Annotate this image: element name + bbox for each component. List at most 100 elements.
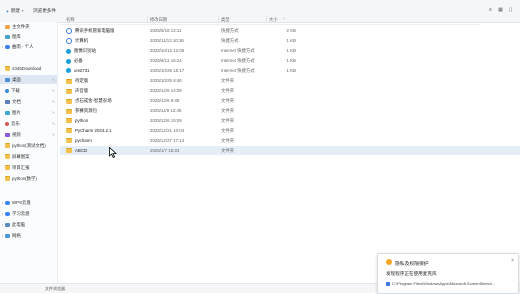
pin-icon: ✎ xyxy=(51,132,55,137)
file-row[interactable]: PyCharm 2024.2.1 2025/12/21 10:04 文件夹 xyxy=(60,126,520,135)
sidebar-item-python-test[interactable]: python(测试文档) xyxy=(0,141,57,150)
column-separator[interactable] xyxy=(147,16,148,23)
file-type: Internet 快捷方式 xyxy=(221,58,255,63)
folder-icon xyxy=(66,78,72,84)
file-date: 2025/12/21 10:04 xyxy=(150,128,185,133)
music-icon xyxy=(5,121,9,126)
file-date: 2025/12/27 17:14 xyxy=(150,138,185,143)
file-size: 1 KB xyxy=(286,38,296,43)
sidebar-item-pictures[interactable]: 图片 ✎ xyxy=(0,108,57,117)
column-type[interactable]: 类型 xyxy=(221,17,230,23)
sidebar-item-label: 桌面 xyxy=(12,76,21,82)
file-row[interactable]: 图像识别站 2025/10/12 12:06 Internet 快捷方式 1 K… xyxy=(60,46,520,55)
file-row[interactable]: pycharm 2025/12/27 17:14 文件夹 xyxy=(60,136,520,145)
pin-icon: ✎ xyxy=(51,77,55,82)
document-icon xyxy=(5,99,10,104)
file-date: 2025/12/6 15:09 xyxy=(150,118,182,123)
sidebar-item-python-math[interactable]: python(数学) xyxy=(0,174,57,183)
close-icon[interactable]: × xyxy=(511,258,514,264)
sidebar-item-downloads[interactable]: 下载 ✎ xyxy=(0,86,57,95)
file-type: 文件夹 xyxy=(221,78,235,83)
sidebar-item-documents[interactable]: 文档 ✎ xyxy=(0,97,57,106)
download-icon xyxy=(5,88,9,93)
shortcut-icon xyxy=(66,28,72,34)
sidebar-item-desktop[interactable]: 桌面 ✎ xyxy=(0,75,57,84)
file-row[interactable]: 腾讯手机管家电脑版 2025/5/18 12:11 快捷方式 2 KB xyxy=(60,26,520,35)
sidebar-item-project-report[interactable]: 项目汇报 xyxy=(0,163,57,172)
sidebar-item-videos[interactable]: 视频 ✎ xyxy=(0,130,57,139)
plus-icon: + xyxy=(6,8,9,14)
notification-path[interactable]: C:\Program Files\WindowsApps\Microsoft.S… xyxy=(386,281,495,286)
sidebar-item-label: python(数学) xyxy=(12,175,37,181)
app-icon xyxy=(386,281,390,286)
sort-icon[interactable]: ≡ xyxy=(487,7,494,14)
pin-icon: ✎ xyxy=(51,88,55,93)
cloud-icon xyxy=(5,200,10,205)
sidebar-item-label: 下载 xyxy=(11,87,20,93)
file-row[interactable]: 计算机 2025/11/12 10:36 快捷方式 1 KB xyxy=(60,36,520,45)
file-row[interactable]: 必备 2025/6/12 16:24 Internet 快捷方式 1 KB xyxy=(60,56,520,65)
file-row[interactable]: python 2025/12/6 15:09 文件夹 xyxy=(60,116,520,125)
sidebar-item-onedrive[interactable]: › 曲雨 - 个人 xyxy=(0,42,57,51)
edge-icon xyxy=(66,48,71,54)
details-pane-icon[interactable]: ▯ xyxy=(507,7,514,14)
sidebar-item-network[interactable]: › 网络 xyxy=(0,231,57,240)
sidebar-item-label: WPS云盘 xyxy=(12,199,31,205)
file-size: 2 KB xyxy=(286,28,296,33)
view-icon[interactable]: ▦ xyxy=(497,7,504,14)
chevron-up-icon: ^ xyxy=(283,17,285,21)
file-name: pycharm xyxy=(75,138,92,143)
sidebar-item-home[interactable]: 主文件夹 xyxy=(0,22,57,31)
video-icon xyxy=(5,132,10,137)
folder-icon xyxy=(66,138,72,143)
file-date: 2025/11/9 12:45 xyxy=(150,108,182,113)
folder-icon xyxy=(66,88,72,94)
toolbar-right: ≡ ▦ ▯ xyxy=(487,6,514,15)
status-text: 文件浏览器 xyxy=(45,286,65,291)
column-separator[interactable] xyxy=(266,16,267,23)
new-button[interactable]: + 新建 ▾ xyxy=(6,7,24,15)
column-date[interactable]: 修改日期 xyxy=(150,17,167,23)
sidebar-item-label: 曲雨 - 个人 xyxy=(12,43,34,49)
new-button-label: 新建 xyxy=(10,8,20,13)
file-name: 参赛资源包 xyxy=(75,108,97,113)
folder-icon xyxy=(66,118,72,123)
file-row[interactable]: unst731 2025/10/25 15:17 Internet 快捷方式 1… xyxy=(60,66,520,75)
folder-icon xyxy=(66,98,72,104)
file-type: Internet 快捷方式 xyxy=(221,68,255,73)
sidebar-item-label: 视频 xyxy=(12,131,21,137)
view-more-button[interactable]: 浏览更多件 xyxy=(33,7,56,15)
sidebar-item-label: 屏幕图案 xyxy=(12,153,30,159)
column-header: 名称 修改日期 类型 大小 ^ xyxy=(60,15,480,25)
sidebar-item-2345download[interactable]: 2345Download xyxy=(0,64,57,73)
column-separator[interactable] xyxy=(218,16,219,23)
pin-icon: ✎ xyxy=(51,99,55,104)
file-row[interactable]: 点石成金-智慧农场 2025/12/6 9:48 文件夹 xyxy=(60,96,520,105)
file-size: 1 KB xyxy=(286,48,296,53)
file-row[interactable]: 参赛资源包 2025/11/9 12:45 文件夹 xyxy=(60,106,520,115)
file-row[interactable]: 声音版 2025/12/6 14:09 文件夹 xyxy=(60,86,520,95)
column-size[interactable]: 大小 xyxy=(269,17,278,23)
file-date: 2025/10/12 12:06 xyxy=(150,48,185,53)
sidebar-item-label: 此电脑 xyxy=(12,221,26,227)
sidebar-item-music[interactable]: 音乐 ✎ xyxy=(0,119,57,128)
column-name[interactable]: 名称 xyxy=(66,17,75,23)
file-row[interactable]: 待定版 2025/10/25 8:46 文件夹 xyxy=(60,76,520,85)
file-name: 计算机 xyxy=(75,38,89,43)
folder-icon xyxy=(5,143,10,148)
sidebar-item-this-pc[interactable]: › 此电脑 xyxy=(0,220,57,229)
file-date: 2025/10/25 15:17 xyxy=(150,68,185,73)
desktop-icon xyxy=(5,77,10,82)
file-date: 2025/5/18 12:11 xyxy=(150,28,182,33)
sidebar-item-study-cloud[interactable]: › 学习云盘 xyxy=(0,209,57,218)
privacy-notification[interactable]: 隐私及权限保护 × 发现程序正在使用麦克风 C:\Program Files\W… xyxy=(377,253,519,294)
sidebar-item-wps-cloud[interactable]: › WPS云盘 xyxy=(0,198,57,207)
sidebar-item-screen-pattern[interactable]: 屏幕图案 xyxy=(0,152,57,161)
file-row-selected[interactable]: ABCD 2026/1/7 16:33 文件夹 xyxy=(60,146,520,155)
file-type: 文件夹 xyxy=(221,138,235,143)
sidebar-item-gallery[interactable]: 图库 xyxy=(0,32,57,41)
cloud-icon xyxy=(5,44,10,49)
file-type: 文件夹 xyxy=(221,108,235,113)
file-type: 文件夹 xyxy=(221,118,235,123)
sidebar-item-label: 图片 xyxy=(12,109,21,115)
